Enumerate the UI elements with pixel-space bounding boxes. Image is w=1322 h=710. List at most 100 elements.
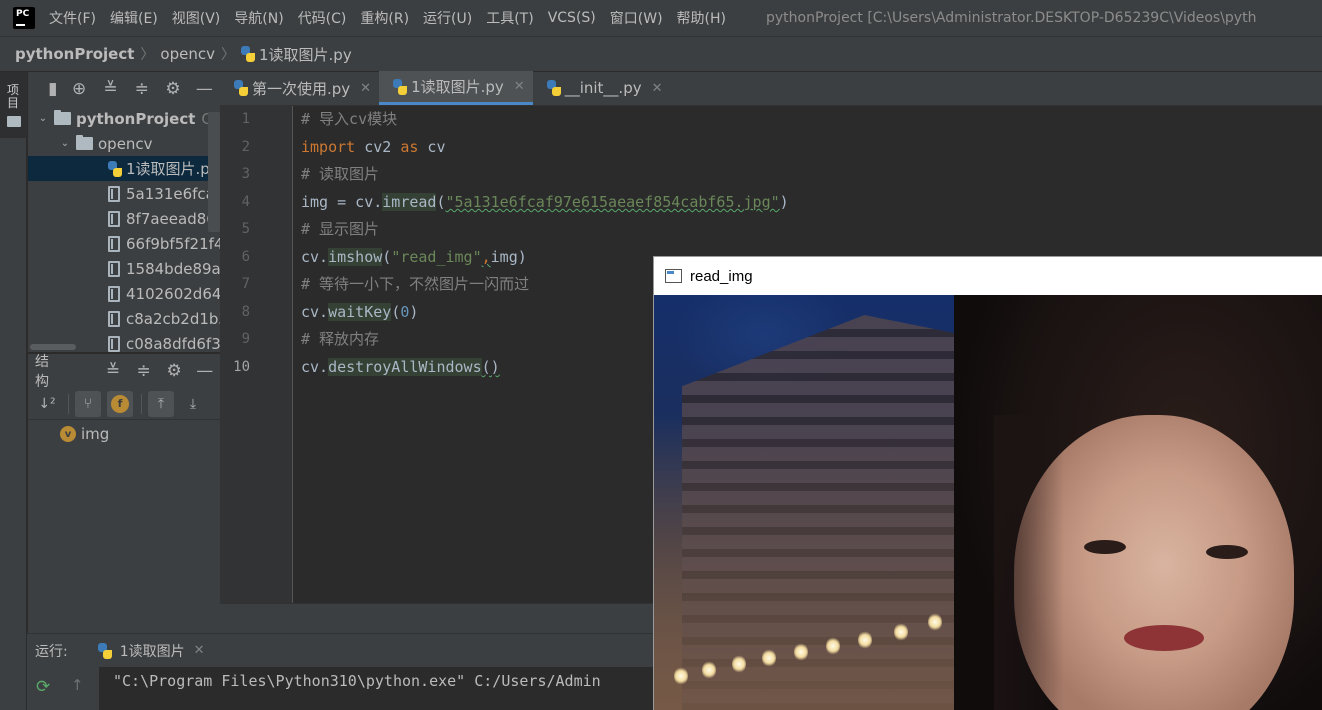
tab-read-image[interactable]: 1读取图片.py ✕	[379, 71, 533, 105]
pycharm-logo-icon: PC	[10, 4, 38, 32]
structure-variable-label: img	[81, 425, 110, 443]
vertical-scrollbar[interactable]	[208, 112, 220, 232]
collapse-all-icon[interactable]: ≑	[128, 361, 159, 381]
menu-code[interactable]: 代码(C)	[298, 8, 347, 28]
tree-item-root[interactable]: ⌄ pythonProject C:\	[28, 106, 220, 131]
line-number-gutter[interactable]: 1 2 3 4 5 6 7 8 9 10	[220, 106, 293, 603]
code-line-5: # 显示图片	[301, 220, 380, 238]
project-toolbar: ▮ ⊕ ≚ ≑ ⚙ —	[28, 72, 220, 106]
chevron-down-icon[interactable]: ⌄	[36, 113, 50, 124]
close-icon[interactable]: ✕	[514, 79, 525, 94]
image-file-icon	[108, 335, 120, 352]
expand-all-icon[interactable]: ≚	[98, 361, 129, 381]
line-number: 7	[241, 276, 250, 292]
line-number: 2	[241, 139, 250, 155]
project-dropdown-icon[interactable]: ▮	[42, 79, 64, 99]
photo-light	[762, 649, 776, 667]
run-panel-label: 运行:	[35, 643, 68, 660]
field-icon: f	[111, 394, 129, 413]
line-number: 6	[241, 249, 250, 265]
python-file-icon	[393, 78, 408, 95]
breadcrumb-file[interactable]: 1读取图片.py	[259, 44, 352, 65]
code-line-1: # 导入cv模块	[301, 110, 398, 128]
menu-window[interactable]: 窗口(W)	[610, 8, 663, 28]
project-tool-tab[interactable]: 项目	[0, 72, 27, 138]
line-number: 9	[241, 331, 250, 347]
opencv-image-window[interactable]: read_img	[653, 256, 1322, 710]
folder-icon	[7, 116, 21, 127]
tree-item-file[interactable]: 4102602d647	[28, 281, 220, 306]
photo-lips	[1124, 625, 1204, 651]
menu-edit[interactable]: 编辑(E)	[110, 8, 158, 28]
tree-item-file[interactable]: 1584bde89a	[28, 256, 220, 281]
structure-toolbar: ↓² ⑂ f ⤒ ⤓	[28, 388, 220, 420]
image-file-icon	[108, 210, 120, 227]
tree-item-file[interactable]: c8a2cb2d1b3	[28, 306, 220, 331]
sort-alpha-icon[interactable]: ↓²	[34, 391, 60, 417]
tree-item-file[interactable]: 8f7aeead865	[28, 206, 220, 231]
opencv-window-titlebar[interactable]: read_img	[654, 257, 1322, 295]
photo-light	[702, 661, 716, 679]
code-line-9: # 释放内存	[301, 330, 380, 348]
chevron-down-icon[interactable]: ⌄	[58, 138, 72, 149]
close-icon[interactable]: ✕	[652, 81, 663, 96]
python-file-icon	[108, 160, 122, 177]
code-line-3: # 读取图片	[301, 165, 380, 183]
menu-view[interactable]: 视图(V)	[172, 8, 221, 28]
menu-bar: PC 文件(F) 编辑(E) 视图(V) 导航(N) 代码(C) 重构(R) 运…	[0, 0, 1322, 36]
show-inherited-icon[interactable]: ⑂	[75, 390, 101, 417]
window-icon	[665, 269, 682, 283]
arrow-up-icon[interactable]: ↑	[71, 676, 84, 694]
menu-file[interactable]: 文件(F)	[49, 8, 96, 28]
run-tab[interactable]: 1读取图片 ✕	[97, 641, 205, 661]
line-number: 4	[241, 194, 250, 210]
collapse-all-icon[interactable]: ≑	[126, 79, 157, 99]
horizontal-scrollbar[interactable]	[30, 344, 76, 350]
image-file-icon	[108, 310, 120, 327]
tree-item-file[interactable]: 5a131e6fcaf9	[28, 181, 220, 206]
autoscroll-from-source-icon[interactable]: ⤓	[180, 391, 206, 417]
project-panel: ▮ ⊕ ≚ ≑ ⚙ — ⌄ pythonProject C:\ ⌄ opencv…	[28, 72, 220, 352]
tree-folder-label: opencv	[98, 134, 153, 153]
run-tab-label: 1读取图片	[119, 643, 185, 660]
tab-init[interactable]: __init__.py ✕	[533, 71, 671, 105]
tab-first-use[interactable]: 第一次使用.py ✕	[220, 71, 379, 105]
close-icon[interactable]: ✕	[194, 643, 205, 658]
menu-tools[interactable]: 工具(T)	[486, 8, 533, 28]
line-number: 1	[241, 111, 250, 127]
tree-item-file[interactable]: 1读取图片.py	[28, 156, 220, 181]
expand-all-icon[interactable]: ≚	[95, 79, 126, 99]
structure-header: 结构 ≚ ≑ ⚙ —	[28, 354, 220, 390]
menu-navigate[interactable]: 导航(N)	[234, 8, 283, 28]
rerun-icon[interactable]: ⟳	[36, 677, 50, 697]
menu-help[interactable]: 帮助(H)	[677, 8, 726, 28]
console-output-line: "C:\Program Files\Python310\python.exe" …	[113, 672, 601, 690]
breadcrumb-folder[interactable]: opencv	[160, 45, 215, 63]
hide-icon[interactable]: —	[189, 361, 220, 381]
gear-icon[interactable]: ⚙	[159, 361, 190, 381]
tab-label: 1读取图片.py	[411, 78, 504, 96]
gear-icon[interactable]: ⚙	[157, 79, 188, 99]
photo-light	[858, 631, 872, 649]
line-number: 8	[241, 304, 250, 320]
show-fields-toggle[interactable]: f	[107, 390, 133, 417]
line-number: 5	[241, 221, 250, 237]
breadcrumb: pythonProject 〉 opencv 〉 1读取图片.py	[0, 36, 1322, 72]
breadcrumb-project[interactable]: pythonProject	[15, 45, 134, 63]
tree-item-file[interactable]: 66f9bf5f21f4	[28, 231, 220, 256]
menu-vcs[interactable]: VCS(S)	[548, 10, 596, 26]
menu-run[interactable]: 运行(U)	[423, 8, 472, 28]
locate-icon[interactable]: ⊕	[64, 79, 95, 99]
autoscroll-to-source-icon[interactable]: ⤒	[148, 390, 174, 417]
python-file-icon	[97, 642, 112, 659]
structure-item-variable[interactable]: v img	[28, 420, 220, 448]
menu-refactor[interactable]: 重构(R)	[360, 8, 409, 28]
tree-file-label: 8f7aeead865	[126, 209, 220, 228]
tree-item-opencv[interactable]: ⌄ opencv	[28, 131, 220, 156]
image-file-icon	[108, 285, 120, 302]
close-icon[interactable]: ✕	[360, 81, 371, 96]
tool-window-strip: 项目	[0, 72, 27, 710]
tree-file-label: 4102602d647	[126, 284, 220, 303]
hide-icon[interactable]: —	[189, 79, 220, 99]
line-number: 3	[241, 166, 250, 182]
